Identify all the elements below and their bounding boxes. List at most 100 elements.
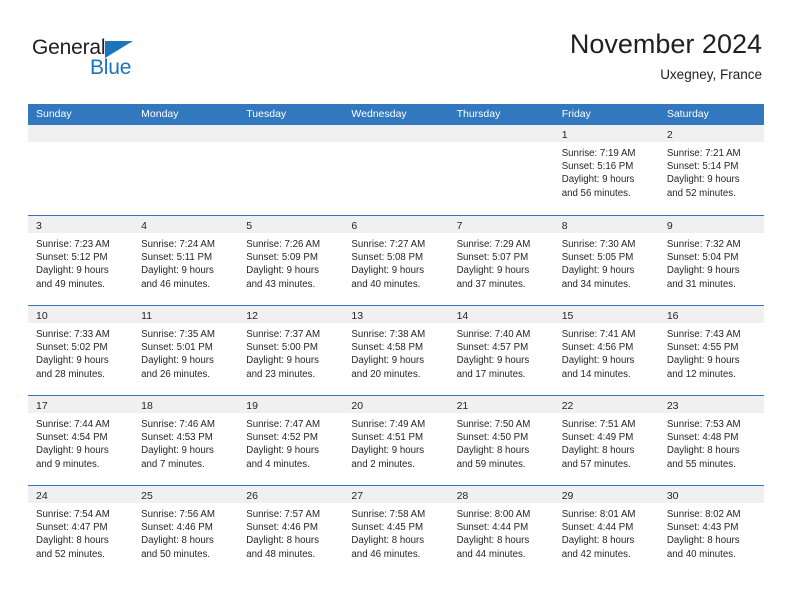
day-number: 4 [141,220,147,232]
day-details: Sunrise: 8:02 AM Sunset: 4:43 PM Daylight:… [659,503,764,561]
day-number: 13 [351,310,364,322]
daylight-duration-line1: Daylight: 8 hours [36,535,109,547]
sunset-time: Sunset: 5:07 PM [456,252,529,264]
page-header: General Blue November 2024 Uxegney, Fran… [30,28,762,96]
day-cell[interactable]: 6 Sunrise: 7:27 AM Sunset: 5:08 PM Daylight… [343,216,449,305]
sunrise-time: Sunrise: 8:00 AM [456,509,531,520]
day-cell[interactable]: 30 Sunrise: 8:02 AM Sunset: 4:43 PM Dayligh… [658,486,764,575]
day-details: Sunrise: 7:56 AM Sunset: 4:46 PM Daylight:… [133,503,238,561]
sunset-time: Sunset: 4:51 PM [351,432,424,444]
day-number: 3 [36,220,42,232]
sunrise-time: Sunrise: 7:30 AM [561,239,636,250]
day-cell[interactable]: 22 Sunrise: 7:51 AM Sunset: 4:49 PM Dayligh… [553,396,659,485]
day-number: 14 [456,310,469,322]
daylight-duration-line1: Daylight: 9 hours [141,355,214,367]
sunrise-time: Sunrise: 7:38 AM [351,329,426,340]
sunset-time: Sunset: 4:58 PM [351,342,424,354]
daylight-duration-line2: and 44 minutes. [456,548,526,560]
day-details: Sunrise: 7:38 AM Sunset: 4:58 PM Daylight:… [343,323,448,381]
weekday-header-thursday: Thursday [456,108,501,120]
sunrise-time: Sunrise: 7:49 AM [351,419,426,430]
daylight-duration-line1: Daylight: 9 hours [561,265,635,277]
daylight-duration-line1: Daylight: 8 hours [351,535,425,547]
day-cell[interactable]: 14 Sunrise: 7:40 AM Sunset: 4:57 PM Dayligh… [448,306,554,395]
day-cell[interactable]: 9 Sunrise: 7:32 AM Sunset: 5:04 PM Daylight… [658,216,764,305]
daylight-duration-line1: Daylight: 9 hours [246,445,319,457]
sunrise-time: Sunrise: 7:47 AM [246,419,321,430]
daylight-duration-line2: and 52 minutes. [666,187,736,199]
day-cell[interactable]: 16 Sunrise: 7:43 AM Sunset: 4:55 PM Dayligh… [658,306,764,395]
day-cell-empty [133,125,239,215]
day-number: 22 [561,400,574,412]
daylight-duration-line2: and 31 minutes. [666,278,736,290]
sunset-time: Sunset: 5:05 PM [561,252,634,264]
title-block: November 2024 Uxegney, France [570,28,762,84]
day-details: Sunrise: 7:43 AM Sunset: 4:55 PM Daylight:… [659,323,764,381]
day-cell[interactable]: 12 Sunrise: 7:37 AM Sunset: 5:00 PM Dayligh… [238,306,344,395]
sunset-time: Sunset: 4:44 PM [456,522,529,534]
calendar-week-row: 17 Sunrise: 7:44 AM Sunset: 4:54 PM Dayligh… [28,395,764,485]
day-cell[interactable]: 21 Sunrise: 7:50 AM Sunset: 4:50 PM Dayligh… [448,396,554,485]
daylight-duration-line2: and 12 minutes. [666,368,736,380]
page-subtitle-location: Uxegney, France [660,67,762,82]
day-details: Sunrise: 7:57 AM Sunset: 4:46 PM Daylight:… [238,503,343,561]
day-cell[interactable]: 3 Sunrise: 7:23 AM Sunset: 5:12 PM Daylight… [28,216,134,305]
day-number-band: 5 [238,216,344,233]
day-details: Sunrise: 7:49 AM Sunset: 4:51 PM Daylight:… [343,413,448,471]
day-number-band: 2 [658,125,764,142]
day-cell[interactable]: 13 Sunrise: 7:38 AM Sunset: 4:58 PM Dayligh… [343,306,449,395]
day-cell[interactable]: 1 Sunrise: 7:19 AM Sunset: 5:16 PM Daylight… [553,125,659,215]
sunrise-time: Sunrise: 7:57 AM [246,509,321,520]
day-cell[interactable]: 18 Sunrise: 7:46 AM Sunset: 4:53 PM Dayligh… [133,396,239,485]
day-cell[interactable]: 11 Sunrise: 7:35 AM Sunset: 5:01 PM Dayligh… [133,306,239,395]
day-cell[interactable]: 15 Sunrise: 7:41 AM Sunset: 4:56 PM Dayligh… [553,306,659,395]
daylight-duration-line2: and 50 minutes. [141,548,211,560]
day-cell[interactable]: 5 Sunrise: 7:26 AM Sunset: 5:09 PM Daylight… [238,216,344,305]
day-details: Sunrise: 7:53 AM Sunset: 4:48 PM Daylight:… [659,413,764,471]
day-cell-empty [28,125,134,215]
page-title: November 2024 [569,29,762,59]
day-cell[interactable]: 29 Sunrise: 8:01 AM Sunset: 4:44 PM Dayligh… [553,486,659,575]
generalblue-logo[interactable]: General Blue [32,36,172,88]
day-cell[interactable]: 4 Sunrise: 7:24 AM Sunset: 5:11 PM Daylight… [133,216,239,305]
day-details: Sunrise: 7:26 AM Sunset: 5:09 PM Daylight:… [238,233,343,291]
day-cell[interactable]: 27 Sunrise: 7:58 AM Sunset: 4:45 PM Dayligh… [343,486,449,575]
sunrise-time: Sunrise: 7:43 AM [666,329,741,340]
daylight-duration-line2: and 14 minutes. [561,368,631,380]
sunset-time: Sunset: 4:48 PM [666,432,739,444]
day-cell[interactable]: 10 Sunrise: 7:33 AM Sunset: 5:02 PM Dayligh… [28,306,134,395]
day-number: 24 [36,490,48,502]
day-cell-empty [448,125,554,215]
daylight-duration-line1: Daylight: 8 hours [561,535,635,547]
sunrise-time: Sunrise: 7:50 AM [456,419,531,430]
day-cell[interactable]: 26 Sunrise: 7:57 AM Sunset: 4:46 PM Dayligh… [238,486,344,575]
day-cell[interactable]: 20 Sunrise: 7:49 AM Sunset: 4:51 PM Dayligh… [343,396,449,485]
day-number: 18 [141,400,153,412]
day-number: 8 [561,220,568,232]
daylight-duration-line2: and 56 minutes. [561,187,631,199]
weekday-header-tuesday: Tuesday [246,108,287,120]
day-cell[interactable]: 19 Sunrise: 7:47 AM Sunset: 4:52 PM Dayligh… [238,396,344,485]
sunrise-time: Sunrise: 7:40 AM [456,329,531,340]
sunset-time: Sunset: 5:00 PM [246,342,318,354]
day-cell[interactable]: 8 Sunrise: 7:30 AM Sunset: 5:05 PM Daylight… [553,216,659,305]
sunset-time: Sunset: 4:45 PM [351,522,424,534]
day-number: 17 [36,400,48,412]
sunrise-time: Sunrise: 7:35 AM [141,329,215,340]
daylight-duration-line1: Daylight: 9 hours [456,355,530,367]
day-cell[interactable]: 28 Sunrise: 8:00 AM Sunset: 4:44 PM Dayligh… [448,486,554,575]
day-cell[interactable]: 23 Sunrise: 7:53 AM Sunset: 4:48 PM Dayligh… [658,396,764,485]
sunrise-time: Sunrise: 7:32 AM [666,239,741,250]
day-cell[interactable]: 17 Sunrise: 7:44 AM Sunset: 4:54 PM Dayligh… [28,396,134,485]
day-cell[interactable]: 7 Sunrise: 7:29 AM Sunset: 5:07 PM Daylight… [448,216,554,305]
sunset-time: Sunset: 5:01 PM [141,342,213,354]
day-number: 30 [666,490,679,502]
day-cell[interactable]: 24 Sunrise: 7:54 AM Sunset: 4:47 PM Dayligh… [28,486,134,575]
day-cell[interactable]: 25 Sunrise: 7:56 AM Sunset: 4:46 PM Dayligh… [133,486,239,575]
day-cell[interactable]: 2 Sunrise: 7:21 AM Sunset: 5:14 PM Daylight… [658,125,764,215]
day-number: 1 [561,129,568,141]
day-number-band: 23 [658,396,764,413]
daylight-duration-line1: Daylight: 9 hours [141,265,214,277]
day-number-band: 28 [448,486,554,503]
daylight-duration-line1: Daylight: 9 hours [666,355,740,367]
